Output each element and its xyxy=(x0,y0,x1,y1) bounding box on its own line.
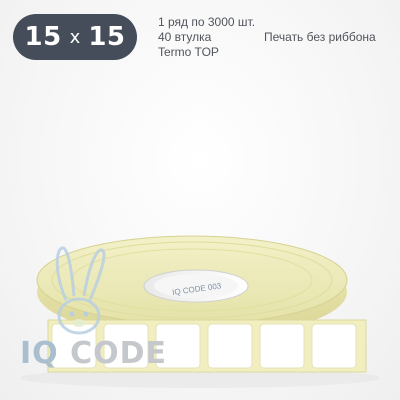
label-4 xyxy=(207,323,253,369)
size-separator: x xyxy=(69,26,81,48)
row-quantity: 1 ряд по 3000 шт. xyxy=(158,15,256,29)
rabbit-icon xyxy=(55,246,106,335)
size-height: 15 xyxy=(88,22,126,52)
brand-iq: IQ xyxy=(20,336,59,371)
label-6 xyxy=(311,323,357,369)
brand-code: CODE xyxy=(70,336,168,371)
print-mode: Печать без риббона xyxy=(264,30,376,44)
product-info: 1 ряд по 3000 шт. 40 втулка Termo TOP xyxy=(158,15,255,60)
product-card: 15 x 15 1 ряд по 3000 шт. 40 втулка Term… xyxy=(0,0,400,400)
label-5 xyxy=(259,323,305,369)
material: Termo TOP xyxy=(158,45,219,59)
size-badge: 15 x 15 xyxy=(13,14,137,60)
size-width: 15 xyxy=(24,22,62,52)
brand-watermark: IQ CODE xyxy=(20,336,167,371)
core-size: 40 втулка xyxy=(158,30,212,44)
